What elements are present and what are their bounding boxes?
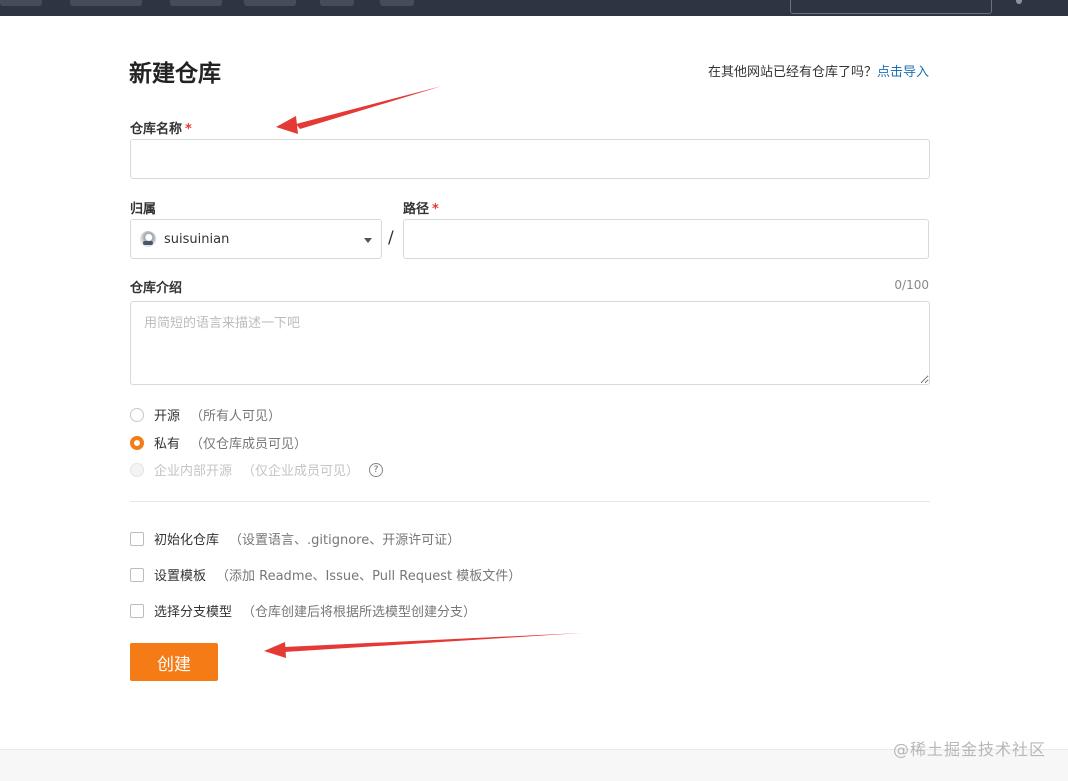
option-label: 设置模板 [154, 569, 207, 584]
notification-icon[interactable] [1016, 0, 1022, 4]
option-note: （添加 Readme、Issue、Pull Request 模板文件） [216, 569, 522, 584]
option-label: 初始化仓库 [154, 533, 220, 548]
description-counter: 0/100 [894, 278, 929, 292]
visibility-option-public[interactable]: 开源 （所有人可见） [130, 405, 281, 424]
radio-label: 企业内部开源 [154, 464, 233, 479]
path-separator: / [388, 228, 394, 248]
path-label-text: 路径 [403, 202, 430, 217]
visibility-option-private[interactable]: 私有 （仅仓库成员可见） [130, 433, 307, 452]
owner-name: suisuinian [164, 231, 230, 247]
repo-name-input[interactable] [130, 139, 930, 179]
nav-item[interactable] [70, 0, 142, 6]
search-input[interactable] [790, 0, 992, 14]
option-branch-model[interactable]: 选择分支模型 （仓库创建后将根据所选模型创建分支） [130, 601, 476, 620]
import-hint-text: 在其他网站已经有仓库了吗？ [707, 65, 877, 80]
option-label: 选择分支模型 [154, 605, 233, 620]
option-template[interactable]: 设置模板 （添加 Readme、Issue、Pull Request 模板文件） [130, 565, 521, 584]
nav-item[interactable] [380, 0, 414, 6]
chevron-down-icon [364, 238, 372, 243]
import-link[interactable]: 点击导入 [877, 65, 929, 80]
top-navbar [0, 0, 1068, 16]
required-mark: * [185, 122, 192, 137]
checkbox-template[interactable] [130, 567, 144, 582]
visibility-option-enterprise: 企业内部开源 （仅企业成员可见） ? [130, 460, 384, 479]
owner-select[interactable]: suisuinian [130, 219, 382, 259]
radio-enterprise [130, 462, 144, 477]
annotation-arrow-icon [276, 86, 442, 134]
nav-item[interactable] [170, 0, 222, 6]
path-label: 路径 * [403, 198, 439, 217]
checkbox-init-repo[interactable] [130, 531, 144, 546]
watermark: @稀土掘金技术社区 [892, 740, 1046, 759]
nav-logo[interactable] [0, 0, 42, 6]
required-mark: * [432, 202, 439, 217]
radio-label: 开源 [154, 409, 181, 424]
repo-name-label-text: 仓库名称 [130, 122, 183, 137]
radio-note: （仅仓库成员可见） [190, 437, 308, 452]
radio-public[interactable] [130, 407, 144, 422]
nav-item[interactable] [244, 0, 296, 6]
avatar [140, 231, 156, 247]
question-circle-icon[interactable]: ? [369, 462, 384, 477]
option-init-repo[interactable]: 初始化仓库 （设置语言、.gitignore、开源许可证） [130, 529, 460, 548]
page-title: 新建仓库 [129, 61, 221, 87]
radio-private[interactable] [130, 435, 144, 450]
nav-item[interactable] [320, 0, 354, 6]
create-button[interactable]: 创建 [130, 643, 218, 681]
radio-label: 私有 [154, 437, 181, 452]
owner-label: 归属 [130, 202, 157, 217]
radio-note: （所有人可见） [190, 409, 282, 424]
divider [130, 501, 930, 502]
description-textarea[interactable] [130, 301, 930, 385]
path-input[interactable] [403, 219, 929, 259]
option-note: （仓库创建后将根据所选模型创建分支） [242, 605, 477, 620]
option-note: （设置语言、.gitignore、开源许可证） [229, 533, 461, 548]
repo-name-label: 仓库名称 * [130, 118, 192, 137]
checkbox-branch-model[interactable] [130, 603, 144, 618]
description-label: 仓库介绍 [130, 281, 183, 296]
annotation-arrow-icon [264, 633, 582, 658]
radio-note: （仅企业成员可见） [242, 464, 360, 479]
import-hint: 在其他网站已经有仓库了吗？点击导入 [708, 61, 929, 80]
